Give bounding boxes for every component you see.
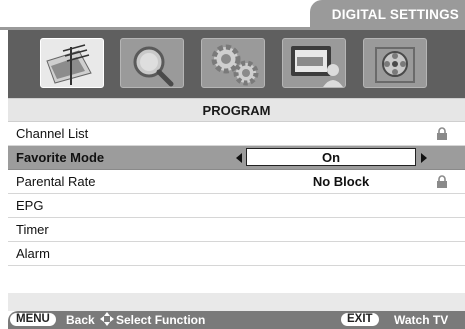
menu-item-channel-list[interactable]: Channel List <box>8 122 465 146</box>
header-title: DIGITAL SETTINGS <box>331 6 459 22</box>
antenna-picture-icon[interactable] <box>40 38 104 88</box>
lock-icon <box>437 175 447 188</box>
footer-bar: MENU Back Select Function EXIT Watch TV <box>8 311 465 329</box>
left-arrow-icon[interactable] <box>236 153 242 163</box>
gears-icon[interactable] <box>201 38 265 88</box>
menu-item-favorite-mode[interactable]: Favorite Mode On <box>8 146 465 170</box>
menu-empty-space <box>8 266 465 293</box>
menu-item-label: EPG <box>16 198 44 213</box>
menu-item-timer[interactable]: Timer <box>8 218 465 242</box>
menu-item-alarm[interactable]: Alarm <box>8 242 465 266</box>
menu-item-epg[interactable]: EPG <box>8 194 465 218</box>
favorite-mode-value-text: On <box>321 149 341 165</box>
right-arrow-icon[interactable] <box>421 153 427 163</box>
menu-item-label: Alarm <box>16 246 50 261</box>
tv-person-icon[interactable] <box>282 38 346 88</box>
film-reel-icon[interactable] <box>363 38 427 88</box>
select-function-label: Select Function <box>116 313 206 327</box>
back-label: Back <box>66 313 95 327</box>
favorite-mode-value[interactable]: On <box>246 148 416 166</box>
menu-item-label: Parental Rate <box>16 174 96 189</box>
menu-item-label: Channel List <box>16 126 89 141</box>
parental-rate-value: No Block <box>312 174 370 189</box>
navigation-arrows-icon <box>100 312 114 326</box>
category-icon-bar <box>8 30 465 98</box>
menu-bottom-band <box>8 293 465 311</box>
watch-tv-label: Watch TV <box>394 313 449 327</box>
section-title-bar: PROGRAM <box>8 98 465 122</box>
exit-key-badge[interactable]: EXIT <box>341 313 379 326</box>
magnifier-icon[interactable] <box>120 38 184 88</box>
lock-icon <box>437 127 447 140</box>
menu-key-badge[interactable]: MENU <box>10 313 56 326</box>
menu-item-label: Timer <box>16 222 49 237</box>
section-title: PROGRAM <box>202 102 271 118</box>
digital-settings-tab: DIGITAL SETTINGS <box>310 0 465 28</box>
menu-item-parental-rate[interactable]: Parental Rate No Block <box>8 170 465 194</box>
menu-item-label: Favorite Mode <box>16 150 105 165</box>
